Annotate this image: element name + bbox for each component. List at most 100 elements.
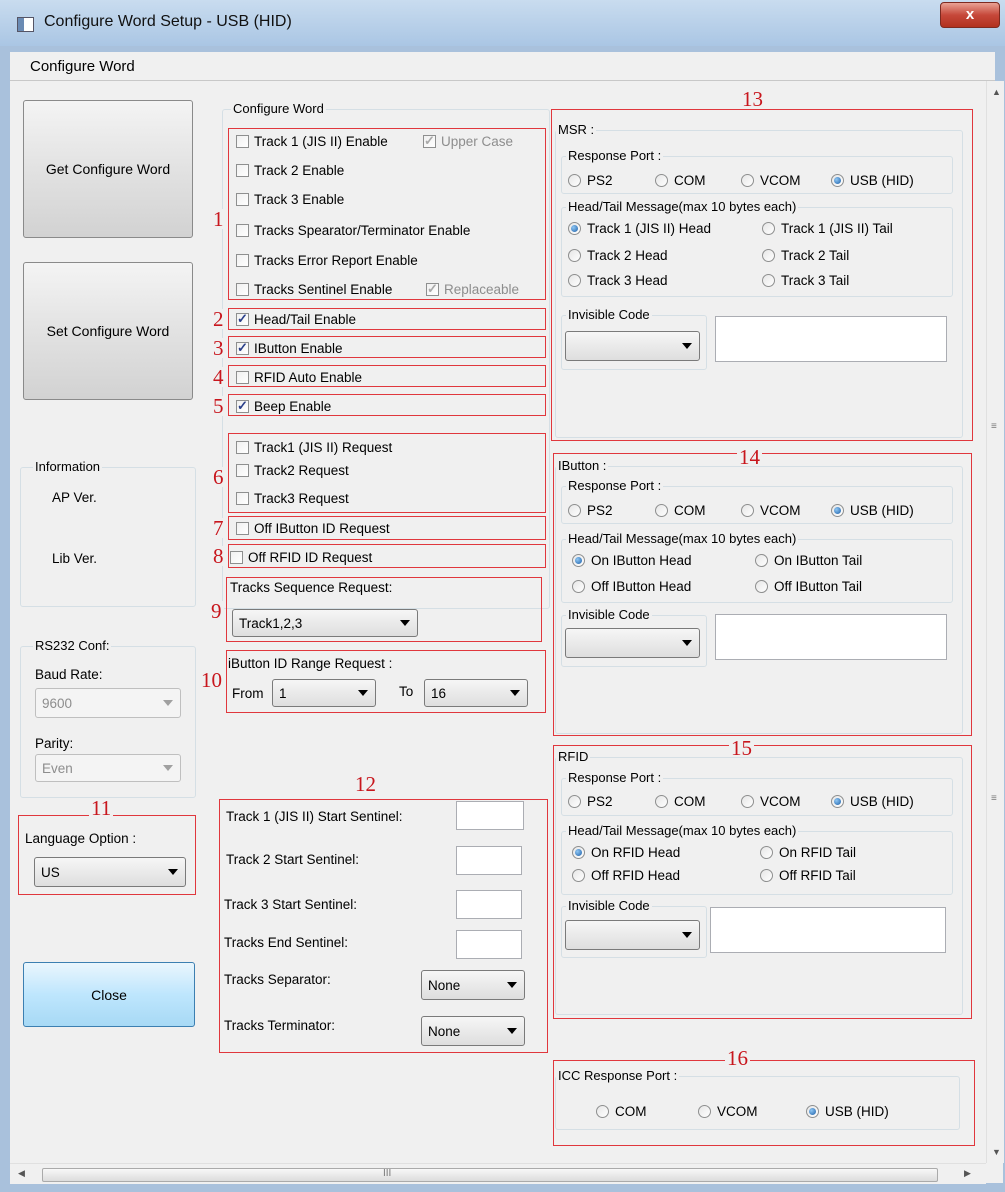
ibutton-port-com-radio[interactable]: COM xyxy=(655,503,706,518)
language-select[interactable]: US xyxy=(34,857,186,887)
ibutton-on-tail-radio[interactable]: On IButton Tail xyxy=(755,553,862,568)
radio-label: COM xyxy=(674,794,706,809)
separator-enable-checkbox[interactable]: Tracks Spearator/Terminator Enable xyxy=(236,223,470,238)
close-button[interactable]: Close xyxy=(23,962,195,1027)
icc-group: ICC Response Port : xyxy=(555,1068,960,1130)
checkbox-box xyxy=(236,371,249,384)
horizontal-scroll-thumb[interactable]: III xyxy=(42,1168,938,1182)
msr-track2-tail-radio[interactable]: Track 2 Tail xyxy=(762,248,849,263)
end-sentinel-input[interactable] xyxy=(456,930,522,959)
ibutton-on-head-radio[interactable]: On IButton Head xyxy=(572,553,692,568)
track2-start-sentinel-input[interactable] xyxy=(456,846,522,875)
range-from-select[interactable]: 1 xyxy=(272,679,376,707)
upper-case-checkbox[interactable]: Upper Case xyxy=(423,133,513,149)
rfid-invisible-code-title: Invisible Code xyxy=(566,898,652,913)
msr-port-com-radio[interactable]: COM xyxy=(655,173,706,188)
scroll-up-icon[interactable]: ▲ xyxy=(992,87,1001,97)
track1-request-checkbox[interactable]: Track1 (JIS II) Request xyxy=(236,440,392,455)
tracks-sequence-select[interactable]: Track1,2,3 xyxy=(232,609,418,637)
ibutton-range-label: iButton ID Range Request : xyxy=(228,656,393,671)
track3-enable-checkbox[interactable]: Track 3 Enable xyxy=(236,192,344,207)
error-report-checkbox[interactable]: Tracks Error Report Enable xyxy=(236,253,418,268)
ibutton-invisible-code-select[interactable] xyxy=(565,628,700,658)
track3-start-sentinel-input[interactable] xyxy=(456,890,522,919)
radio-label: Track 3 Tail xyxy=(781,273,850,288)
ibutton-port-usb-radio[interactable]: USB (HID) xyxy=(831,503,914,518)
radio-label: Off IButton Tail xyxy=(774,579,863,594)
tracks-sequence-value: Track1,2,3 xyxy=(239,615,303,631)
rs232-group: RS232 Conf: Baud Rate: 9600 Parity: Even xyxy=(20,638,196,798)
tracks-sequence-label: Tracks Sequence Request: xyxy=(230,580,393,595)
msr-port-usb-radio[interactable]: USB (HID) xyxy=(831,173,914,188)
range-to-select[interactable]: 16 xyxy=(424,679,528,707)
ibutton-port-vcom-radio[interactable]: VCOM xyxy=(741,503,801,518)
get-configure-word-button[interactable]: Get Configure Word xyxy=(23,100,193,238)
baud-rate-select[interactable]: 9600 xyxy=(35,688,181,718)
off-ibutton-request-checkbox[interactable]: Off IButton ID Request xyxy=(236,521,390,536)
msr-track3-tail-radio[interactable]: Track 3 Tail xyxy=(762,273,849,288)
track2-enable-label: Track 2 Enable xyxy=(254,163,345,178)
rfid-port-com-radio[interactable]: COM xyxy=(655,794,706,809)
checkbox-box xyxy=(423,133,436,149)
icc-port-vcom-radio[interactable]: VCOM xyxy=(698,1104,758,1119)
track2-request-checkbox[interactable]: Track2 Request xyxy=(236,463,349,478)
rfid-off-head-radio[interactable]: Off RFID Head xyxy=(572,868,680,883)
parity-select[interactable]: Even xyxy=(35,754,181,782)
msr-track2-head-radio[interactable]: Track 2 Head xyxy=(568,248,668,263)
radio-label: Track 2 Tail xyxy=(781,248,850,263)
rfid-port-ps2-radio[interactable]: PS2 xyxy=(568,794,613,809)
ibutton-off-head-radio[interactable]: Off IButton Head xyxy=(572,579,691,594)
ibutton-port-ps2-radio[interactable]: PS2 xyxy=(568,503,613,518)
scroll-left-icon[interactable]: ◀ xyxy=(18,1168,25,1179)
rfid-invisible-code-select[interactable] xyxy=(565,920,700,950)
track1-start-sentinel-input[interactable] xyxy=(456,801,524,830)
radio-circle xyxy=(568,504,581,517)
rfid-on-head-radio[interactable]: On RFID Head xyxy=(572,845,680,860)
msr-port-ps2-radio[interactable]: PS2 xyxy=(568,173,613,188)
msr-invisible-code-input[interactable] xyxy=(715,316,947,362)
menu-configure-word[interactable]: Configure Word xyxy=(30,58,135,75)
track2-enable-checkbox[interactable]: Track 2 Enable xyxy=(236,163,344,178)
scroll-down-icon[interactable]: ▼ xyxy=(992,1147,1001,1157)
set-configure-word-button[interactable]: Set Configure Word xyxy=(23,262,193,400)
scroll-right-icon[interactable]: ▶ xyxy=(964,1168,971,1179)
tracks-terminator-select[interactable]: None xyxy=(421,1016,525,1046)
ibutton-off-tail-radio[interactable]: Off IButton Tail xyxy=(755,579,862,594)
tracks-separator-select[interactable]: None xyxy=(421,970,525,1000)
chevron-down-icon xyxy=(510,690,520,696)
ibutton-enable-checkbox[interactable]: IButton Enable xyxy=(236,340,343,356)
track3-request-checkbox[interactable]: Track3 Request xyxy=(236,491,349,506)
msr-invisible-code-select[interactable] xyxy=(565,331,700,361)
msr-port-vcom-radio[interactable]: VCOM xyxy=(741,173,801,188)
rfid-auto-enable-label: RFID Auto Enable xyxy=(254,370,363,385)
beep-enable-checkbox[interactable]: Beep Enable xyxy=(236,398,332,414)
rfid-port-vcom-radio[interactable]: VCOM xyxy=(741,794,801,809)
icc-port-usb-radio[interactable]: USB (HID) xyxy=(806,1104,889,1119)
icc-port-com-radio[interactable]: COM xyxy=(596,1104,647,1119)
horizontal-scrollbar[interactable]: ◀ III ▶ xyxy=(10,1163,986,1184)
track3-request-label: Track3 Request xyxy=(254,491,349,506)
language-option-label: Language Option : xyxy=(25,831,137,846)
msr-track1-head-radio[interactable]: Track 1 (JIS II) Head xyxy=(568,221,711,236)
replaceable-checkbox[interactable]: Replaceable xyxy=(426,281,519,297)
msr-track1-tail-radio[interactable]: Track 1 (JIS II) Tail xyxy=(762,221,893,236)
off-rfid-request-checkbox[interactable]: Off RFID ID Request xyxy=(230,550,372,565)
rfid-auto-enable-checkbox[interactable]: RFID Auto Enable xyxy=(236,370,362,385)
beep-enable-label: Beep Enable xyxy=(254,399,332,414)
track1-enable-checkbox[interactable]: Track 1 (JIS II) Enable xyxy=(236,134,388,149)
ibutton-invisible-code-input[interactable] xyxy=(715,614,947,660)
vertical-scrollbar[interactable]: ▲ ≡ ≡ ▼ xyxy=(986,81,1004,1163)
head-tail-enable-checkbox[interactable]: Head/Tail Enable xyxy=(236,311,356,327)
radio-label: VCOM xyxy=(760,503,801,518)
rfid-port-usb-radio[interactable]: USB (HID) xyxy=(831,794,914,809)
radio-label: Track 3 Head xyxy=(587,273,668,288)
msr-track3-head-radio[interactable]: Track 3 Head xyxy=(568,273,668,288)
window-close-button[interactable]: x xyxy=(940,2,1000,28)
rfid-invisible-code-input[interactable] xyxy=(710,907,946,953)
rfid-off-tail-radio[interactable]: Off RFID Tail xyxy=(760,868,856,883)
rfid-on-tail-radio[interactable]: On RFID Tail xyxy=(760,845,856,860)
track3-enable-label: Track 3 Enable xyxy=(254,192,345,207)
radio-circle xyxy=(655,174,668,187)
annotation-number-15: 15 xyxy=(729,736,754,760)
sentinel-enable-checkbox[interactable]: Tracks Sentinel Enable xyxy=(236,282,392,297)
